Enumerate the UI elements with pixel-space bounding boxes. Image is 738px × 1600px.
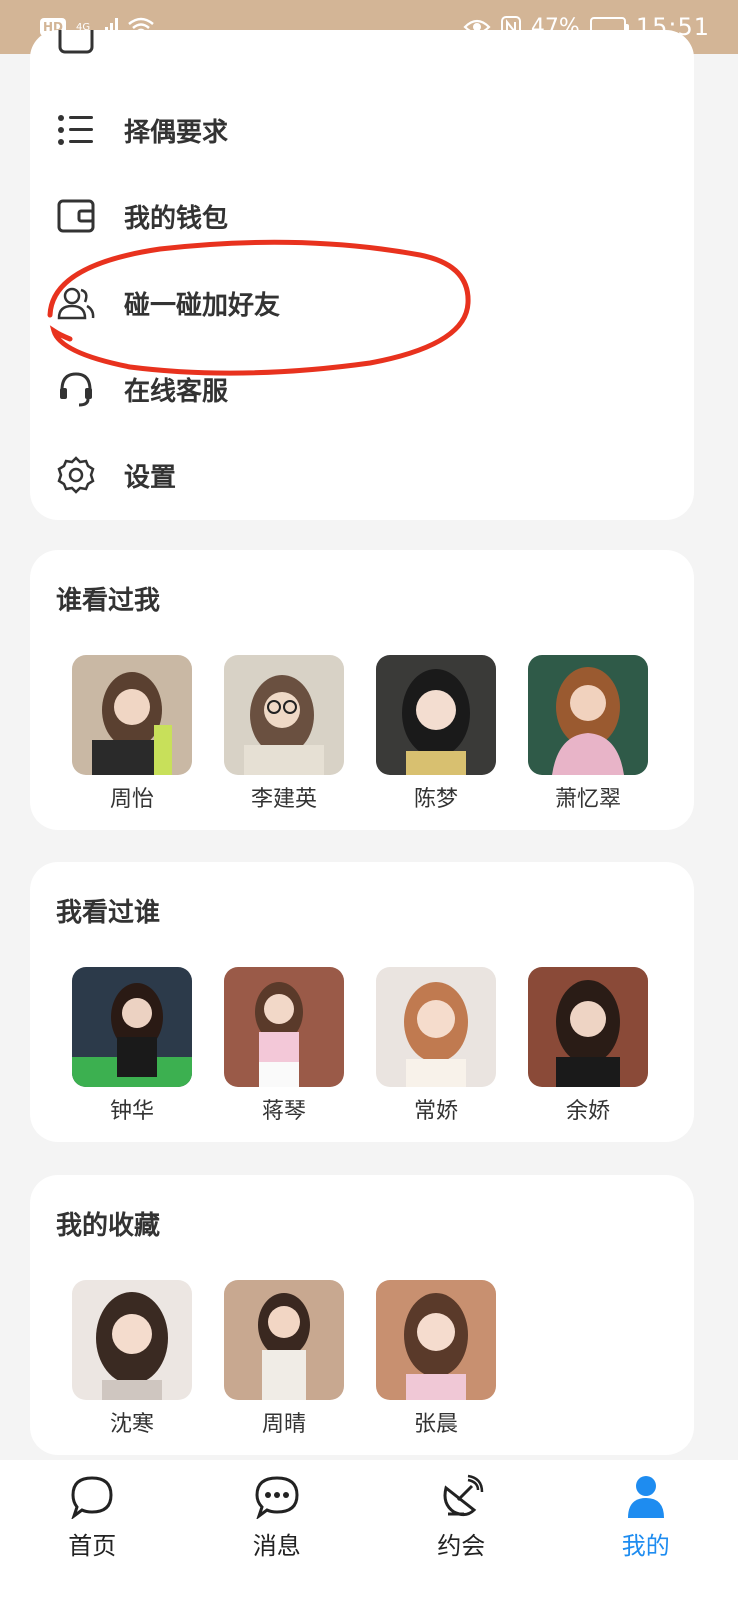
gear-icon	[56, 455, 96, 495]
profile-name: 李建英	[250, 787, 317, 812]
wallet-icon	[56, 196, 96, 236]
menu-card: 择偶要求 我的钱包 碰一碰加好友 在线客服 设置	[30, 30, 694, 520]
menu-item-settings[interactable]: 设置	[56, 445, 176, 505]
profile-name: 钟华	[109, 1099, 154, 1124]
profile-card[interactable]: 沈寒	[72, 1280, 192, 1438]
section-title: 我看过谁	[56, 898, 161, 928]
menu-item-partial[interactable]	[56, 30, 96, 68]
list-icon	[56, 110, 96, 150]
avatar-row: 沈寒 周晴 张晨	[72, 1280, 496, 1438]
profile-card[interactable]: 余娇	[528, 967, 648, 1125]
avatar	[376, 655, 496, 775]
profile-card[interactable]: 李建英	[224, 655, 344, 813]
menu-item-label: 设置	[124, 462, 177, 493]
avatar	[224, 967, 344, 1087]
tab-label: 首页	[68, 1532, 117, 1560]
profile-name: 余娇	[565, 1099, 610, 1124]
section-viewed-me: 谁看过我 周怡 李建英 陈梦 萧忆翠	[30, 550, 694, 830]
chat-bubble-icon	[67, 1472, 117, 1522]
tab-dating[interactable]: 约会	[391, 1472, 531, 1600]
avatar	[72, 655, 192, 775]
menu-item-customer-service[interactable]: 在线客服	[56, 359, 228, 419]
person-icon	[621, 1472, 671, 1522]
profile-name: 蒋琴	[261, 1099, 306, 1124]
profile-name: 周晴	[261, 1412, 306, 1437]
avatar-row: 钟华 蒋琴 常娇 余娇	[72, 967, 648, 1125]
tab-label: 消息	[252, 1532, 301, 1560]
tab-mine[interactable]: 我的	[576, 1472, 716, 1600]
menu-item-wallet[interactable]: 我的钱包	[56, 186, 228, 246]
menu-item-label: 择偶要求	[124, 117, 229, 148]
profile-icon	[56, 30, 96, 58]
avatar	[528, 655, 648, 775]
headset-icon	[56, 369, 96, 409]
profile-card[interactable]: 蒋琴	[224, 967, 344, 1125]
avatar-row: 周怡 李建英 陈梦 萧忆翠	[72, 655, 648, 813]
avatar	[376, 967, 496, 1087]
section-title: 我的收藏	[56, 1211, 161, 1241]
profile-card[interactable]: 萧忆翠	[528, 655, 648, 813]
profile-name: 常娇	[413, 1099, 458, 1124]
tab-messages[interactable]: 消息	[207, 1472, 347, 1600]
bottom-nav: 首页 消息 约会 我的	[0, 1460, 738, 1600]
menu-item-label: 碰一碰加好友	[124, 290, 281, 321]
profile-name: 张晨	[413, 1412, 458, 1437]
menu-item-label: 在线客服	[124, 376, 229, 407]
profile-card[interactable]: 周怡	[72, 655, 192, 813]
avatar	[72, 1280, 192, 1400]
profile-card[interactable]: 钟华	[72, 967, 192, 1125]
menu-item-bump-add-friend[interactable]: 碰一碰加好友	[56, 273, 280, 333]
menu-item-partner-requirements[interactable]: 择偶要求	[56, 100, 228, 160]
users-icon	[56, 283, 96, 323]
tab-home[interactable]: 首页	[22, 1472, 162, 1600]
avatar	[72, 967, 192, 1087]
avatar	[224, 1280, 344, 1400]
avatar	[376, 1280, 496, 1400]
profile-card[interactable]: 周晴	[224, 1280, 344, 1438]
tab-label: 我的	[621, 1532, 670, 1560]
menu-item-label: 我的钱包	[124, 203, 229, 234]
profile-card[interactable]: 张晨	[376, 1280, 496, 1438]
avatar	[528, 967, 648, 1087]
section-i-viewed: 我看过谁 钟华 蒋琴 常娇 余娇	[30, 862, 694, 1142]
profile-name: 萧忆翠	[554, 787, 621, 812]
message-icon	[252, 1472, 302, 1522]
profile-card[interactable]: 常娇	[376, 967, 496, 1125]
section-title: 谁看过我	[56, 586, 161, 616]
satellite-icon	[436, 1472, 486, 1522]
profile-name: 周怡	[109, 787, 154, 812]
section-favorites: 我的收藏 沈寒 周晴 张晨	[30, 1175, 694, 1455]
tab-label: 约会	[437, 1532, 486, 1560]
avatar	[224, 655, 344, 775]
profile-name: 沈寒	[109, 1412, 154, 1437]
profile-card[interactable]: 陈梦	[376, 655, 496, 813]
profile-name: 陈梦	[413, 787, 458, 812]
